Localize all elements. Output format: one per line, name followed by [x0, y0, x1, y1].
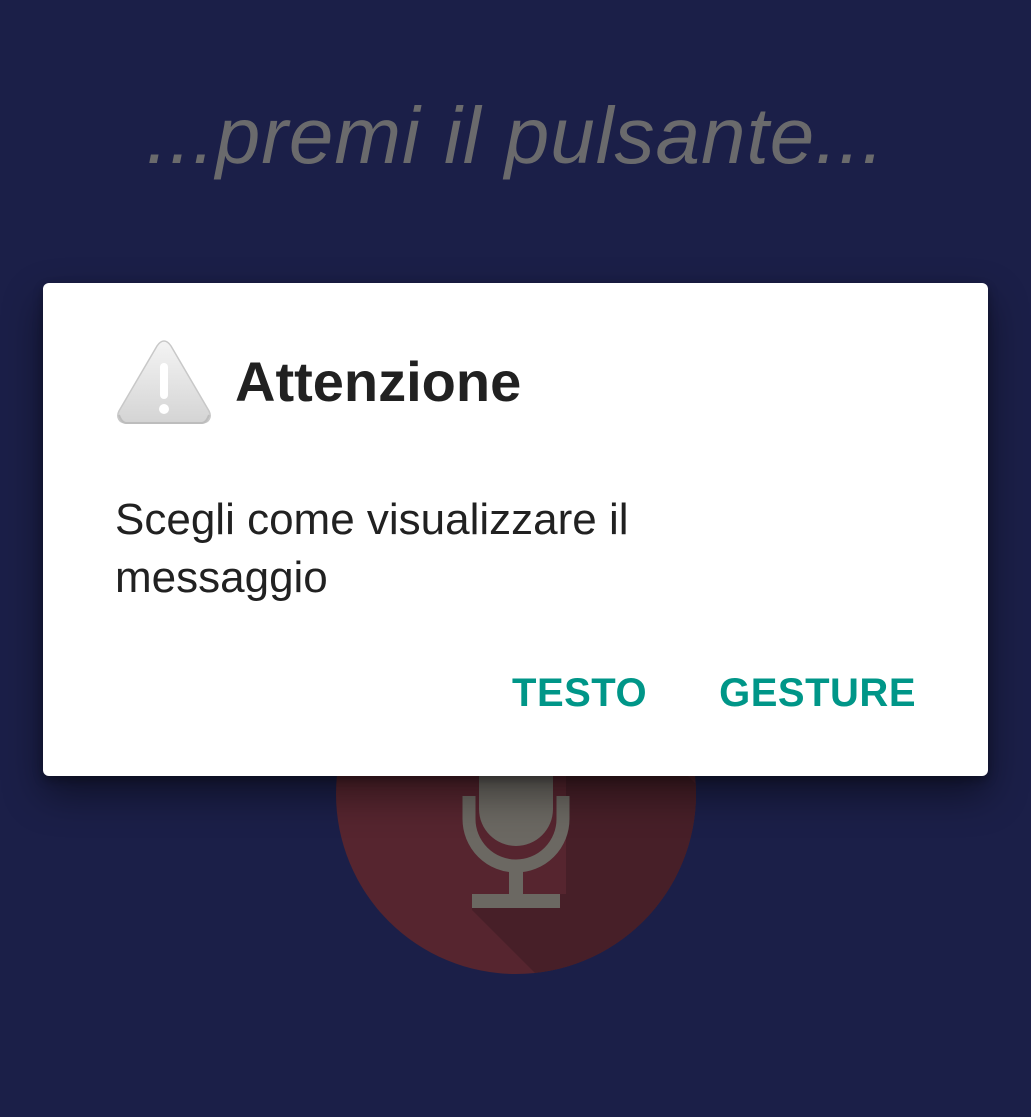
dialog-message: Scegli come visualizzare il messaggio — [115, 495, 629, 602]
text-button[interactable]: TESTO — [512, 665, 647, 721]
dialog-header: Attenzione — [115, 337, 521, 427]
alert-dialog: Attenzione Scegli come visualizzare il m… — [43, 283, 988, 776]
gesture-button[interactable]: GESTURE — [719, 665, 916, 721]
warning-icon — [115, 337, 213, 427]
dialog-title: Attenzione — [235, 350, 522, 413]
prompt-text: ...premi il pulsante... — [146, 91, 885, 180]
dialog-actions: TESTO GESTURE — [512, 665, 916, 721]
